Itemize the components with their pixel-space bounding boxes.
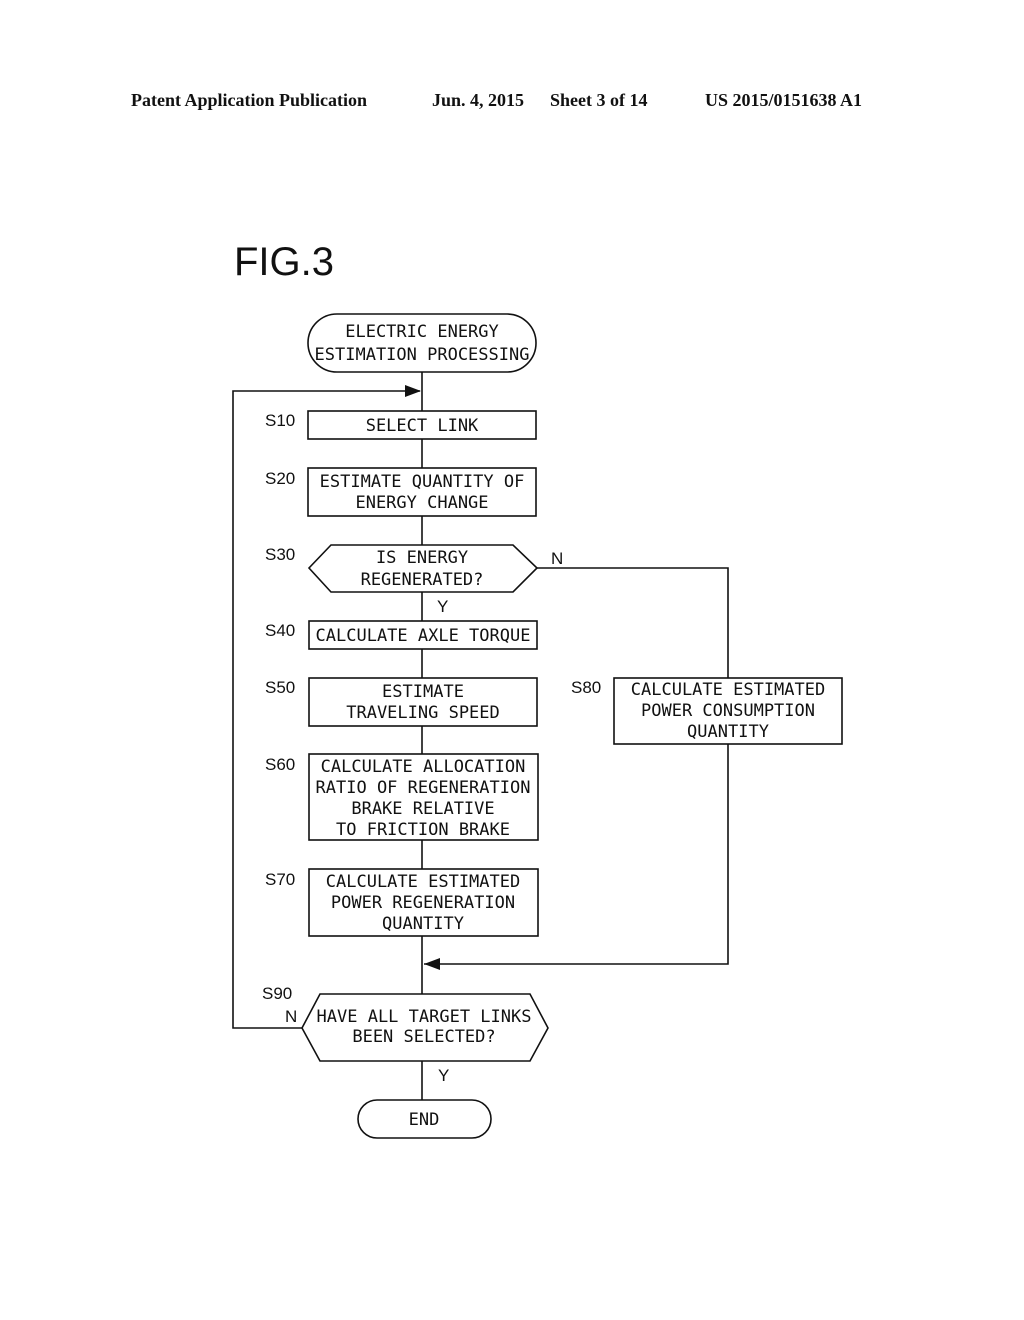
step-label-s90: S90 xyxy=(262,984,292,1003)
decision-text: REGENERATED? xyxy=(361,570,484,590)
step-s80: S80 CALCULATE ESTIMATED POWER CONSUMPTIO… xyxy=(571,677,843,745)
step-text: ENERGY CHANGE xyxy=(355,493,488,513)
branch-label-yes: Y xyxy=(437,597,448,616)
step-s40: S40 CALCULATE AXLE TORQUE xyxy=(265,620,538,650)
branch-label-yes: Y xyxy=(438,1066,449,1085)
step-label-s70: S70 xyxy=(265,870,295,889)
step-text: QUANTITY xyxy=(382,914,464,934)
step-label-s20: S20 xyxy=(265,469,295,488)
step-s60: S60 CALCULATE ALLOCATION RATIO OF REGENE… xyxy=(265,753,539,841)
flowchart: ELECTRIC ENERGY ESTIMATION PROCESSING S1… xyxy=(232,313,843,1139)
step-label-s50: S50 xyxy=(265,678,295,697)
step-text: SELECT LINK xyxy=(366,416,479,436)
step-label-s40: S40 xyxy=(265,621,295,640)
end-text: END xyxy=(409,1110,440,1130)
step-text: CALCULATE ESTIMATED xyxy=(326,872,520,892)
step-label-s80: S80 xyxy=(571,678,601,697)
start-terminator: ELECTRIC ENERGY ESTIMATION PROCESSING xyxy=(307,313,537,373)
loop-arrowhead xyxy=(405,385,421,397)
step-text: POWER CONSUMPTION xyxy=(641,701,815,721)
step-text: QUANTITY xyxy=(687,722,769,742)
decision-text: IS ENERGY xyxy=(376,548,468,568)
branch-label-no: N xyxy=(285,1007,297,1026)
step-text: TRAVELING SPEED xyxy=(346,703,500,723)
step-text: CALCULATE ALLOCATION xyxy=(321,757,526,777)
connector-s30-no-s80 xyxy=(537,567,729,678)
merge-arrowhead xyxy=(424,958,440,970)
step-text: ESTIMATE QUANTITY OF xyxy=(320,472,525,492)
end-terminator: END xyxy=(357,1099,492,1139)
branch-label-no: N xyxy=(551,549,563,568)
step-s20: S20 ESTIMATE QUANTITY OF ENERGY CHANGE xyxy=(265,467,537,517)
start-text-line-1: ELECTRIC ENERGY xyxy=(345,322,499,342)
step-text: POWER REGENERATION xyxy=(331,893,515,913)
decision-s90: S90 N HAVE ALL TARGET LINKS BEEN SELECTE… xyxy=(262,984,549,1085)
decision-text: HAVE ALL TARGET LINKS xyxy=(317,1007,532,1027)
step-text: CALCULATE ESTIMATED xyxy=(631,680,825,700)
step-label-s30: S30 xyxy=(265,545,295,564)
step-s10: S10 SELECT LINK xyxy=(265,410,537,440)
step-label-s10: S10 xyxy=(265,411,295,430)
step-s70: S70 CALCULATE ESTIMATED POWER REGENERATI… xyxy=(265,868,539,937)
step-text: CALCULATE AXLE TORQUE xyxy=(316,626,531,646)
start-text-line-2: ESTIMATION PROCESSING xyxy=(315,345,530,365)
step-text: BRAKE RELATIVE xyxy=(351,799,494,819)
step-label-s60: S60 xyxy=(265,755,295,774)
step-s50: S50 ESTIMATE TRAVELING SPEED xyxy=(265,677,538,727)
step-text: TO FRICTION BRAKE xyxy=(336,820,510,840)
decision-s30: S30 IS ENERGY REGENERATED? N Y xyxy=(265,544,563,616)
decision-text: BEEN SELECTED? xyxy=(352,1027,495,1047)
step-text: RATIO OF REGENERATION xyxy=(316,778,531,798)
step-text: ESTIMATE xyxy=(382,682,464,702)
